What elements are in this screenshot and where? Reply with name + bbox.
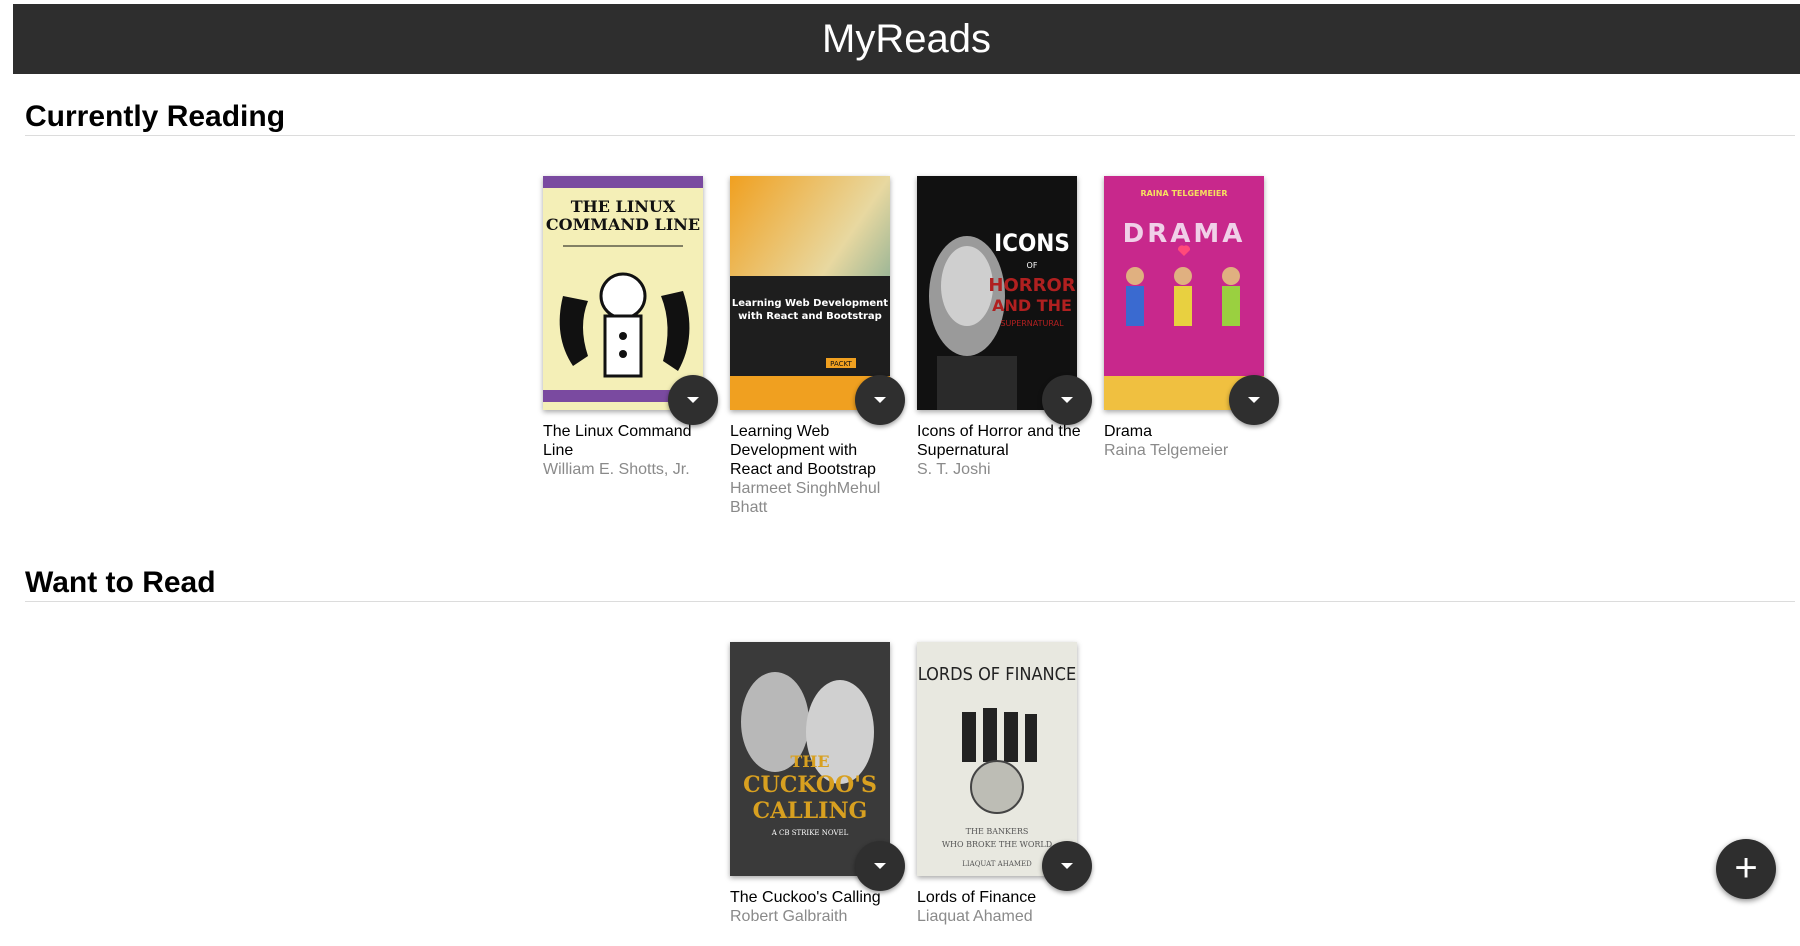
caret-down-icon — [687, 397, 699, 403]
shelf-title-currently-reading: Currently Reading — [25, 100, 286, 133]
shelf-title-want-to-read: Want to Read — [25, 566, 216, 599]
cover-text: WHO BROKE THE WORLD — [942, 840, 1052, 849]
book-title: The Cuckoo's Calling — [730, 889, 881, 906]
shelf-changer-button[interactable] — [1042, 841, 1092, 891]
book-authors: Liaquat Ahamed — [917, 908, 1033, 925]
caret-down-icon — [1061, 397, 1073, 403]
book-cover[interactable]: LORDS OF FINANCE THE BANKERS WHO BROKE T… — [917, 642, 1077, 876]
cover-text: CALLING — [753, 798, 868, 824]
book-item: THE LINUX COMMAND LINE The Linux Command… — [543, 176, 718, 479]
book-item: RAINA TELGEMEIER DRAMA Drama Raina Telge… — [1104, 176, 1279, 460]
cover-text: LORDS OF FINANCE — [918, 664, 1076, 685]
book-cover[interactable]: RAINA TELGEMEIER DRAMA — [1104, 176, 1264, 410]
shelf-changer-button[interactable] — [1229, 375, 1279, 425]
cover-text: THE — [790, 752, 829, 771]
book-item: Learning Web Development with React and … — [730, 176, 905, 517]
caret-down-icon — [1248, 397, 1260, 403]
caret-down-icon — [1061, 863, 1073, 869]
book-title: Icons of Horror and the Supernatural — [917, 423, 1081, 459]
cover-text: with React and Bootstrap — [738, 311, 882, 322]
book-title: Drama — [1104, 423, 1153, 440]
add-book-button[interactable]: + — [1716, 839, 1776, 899]
cover-text: COMMAND LINE — [546, 215, 700, 234]
cover-text: SUPERNATURAL — [1000, 319, 1064, 328]
book-title: Lords of Finance — [917, 889, 1037, 906]
cover-text: THE BANKERS — [966, 827, 1029, 836]
book-item: ICONS OF HORROR AND THE SUPERNATURAL Ico… — [917, 176, 1092, 479]
cover-text: CUCKOO'S — [743, 772, 877, 798]
book-item: THE CUCKOO'S CALLING A CB STRIKE NOVEL T… — [730, 642, 905, 926]
book-cover[interactable]: THE CUCKOO'S CALLING A CB STRIKE NOVEL — [730, 642, 890, 876]
cover-text: Learning Web Development — [732, 298, 888, 309]
cover-text: ICONS — [994, 229, 1070, 257]
cover-text: A CB STRIKE NOVEL — [771, 829, 849, 837]
book-title: Learning Web Development with React and … — [730, 423, 876, 478]
cover-text: HORROR — [988, 275, 1075, 296]
shelf-changer-button[interactable] — [855, 375, 905, 425]
book-authors: Robert Galbraith — [730, 908, 848, 925]
cover-text: LIAQUAT AHAMED — [962, 860, 1032, 868]
cover-text: AND THE — [992, 296, 1072, 315]
book-authors: S. T. Joshi — [917, 461, 991, 478]
book-authors: William E. Shotts, Jr. — [543, 461, 690, 478]
book-title: The Linux Command Line — [543, 423, 692, 459]
cover-text: PACKT — [830, 360, 852, 368]
caret-down-icon — [874, 863, 886, 869]
book-cover[interactable]: ICONS OF HORROR AND THE SUPERNATURAL — [917, 176, 1077, 410]
book-item: LORDS OF FINANCE THE BANKERS WHO BROKE T… — [917, 642, 1092, 926]
book-cover[interactable]: THE LINUX COMMAND LINE — [543, 176, 703, 410]
app-title: MyReads — [822, 17, 991, 61]
app-header: MyReads — [13, 4, 1800, 74]
shelf-changer-button[interactable] — [668, 375, 718, 425]
book-cover[interactable]: Learning Web Development with React and … — [730, 176, 890, 410]
shelf-changer-button[interactable] — [1042, 375, 1092, 425]
shelf-changer-button[interactable] — [855, 841, 905, 891]
shelf-divider — [25, 601, 1795, 602]
caret-down-icon — [874, 397, 886, 403]
shelf-divider — [25, 135, 1795, 136]
plus-icon: + — [1734, 846, 1758, 890]
cover-text: RAINA TELGEMEIER — [1140, 189, 1227, 198]
book-authors: Raina Telgemeier — [1104, 442, 1229, 459]
cover-text: DRAMA — [1123, 219, 1246, 249]
cover-text: OF — [1027, 261, 1038, 270]
book-authors: Harmeet SinghMehul Bhatt — [730, 480, 881, 516]
cover-text: THE LINUX — [571, 197, 676, 216]
